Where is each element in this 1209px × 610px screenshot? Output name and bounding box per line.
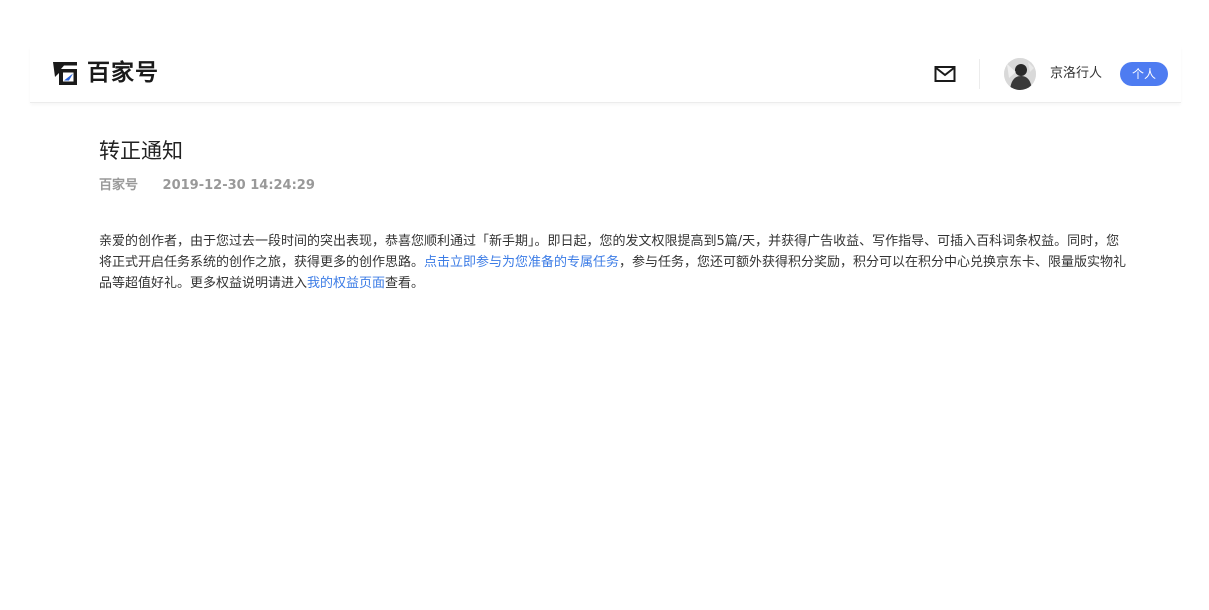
notice-datetime: 2019-12-30 14:24:29 (162, 178, 315, 193)
avatar-image (1004, 58, 1036, 90)
rights-page-link[interactable]: 我的权益页面 (307, 276, 385, 291)
notice-meta: 百家号 2019-12-30 14:24:29 (99, 177, 1129, 195)
logo-text: 百家号 (87, 60, 159, 86)
notice-source: 百家号 (99, 178, 139, 193)
top-header: 百家号 京洛行人 个人 (30, 46, 1181, 103)
mail-icon[interactable] (933, 62, 957, 86)
notice-content: 转正通知 百家号 2019-12-30 14:24:29 亲爱的创作者，由于您过… (99, 136, 1129, 294)
account-type-badge[interactable]: 个人 (1120, 62, 1168, 86)
notice-body-part3: 查看。 (385, 276, 425, 291)
header-divider (979, 59, 980, 89)
username[interactable]: 京洛行人 (1050, 65, 1102, 83)
notice-body: 亲爱的创作者，由于您过去一段时间的突出表现，恭喜您顺利通过「新手期」。即日起，您… (99, 231, 1127, 294)
baijiahao-logo-icon (53, 62, 77, 85)
notice-title: 转正通知 (99, 139, 183, 163)
logo[interactable]: 百家号 (51, 58, 159, 88)
user-avatar[interactable] (1004, 58, 1036, 90)
tasks-link[interactable]: 点击立即参与为您准备的专属任务 (424, 255, 619, 270)
